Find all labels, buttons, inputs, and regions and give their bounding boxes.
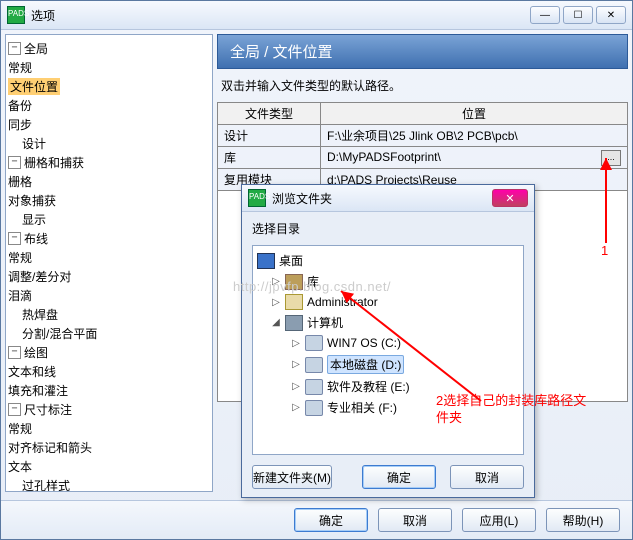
drive-icon: [305, 400, 323, 416]
tree-file-location[interactable]: 文件位置: [8, 78, 60, 95]
item-library[interactable]: 库: [307, 273, 319, 290]
collapse-icon[interactable]: −: [8, 403, 21, 416]
tree-general2[interactable]: 常规: [8, 249, 32, 266]
tree-tune[interactable]: 调整/差分对: [8, 268, 71, 285]
options-window: PADS 选项 — ☐ ✕ −全局 常规 文件位置 备份 同步 设计 −栅格和捕…: [0, 0, 633, 540]
dialog-title: 浏览文件夹: [272, 190, 486, 207]
expand-icon[interactable]: ▷: [291, 402, 301, 413]
tree-design[interactable]: 设计: [22, 135, 46, 152]
tree-display[interactable]: 显示: [22, 211, 46, 228]
panel-title: 全局 / 文件位置: [217, 34, 628, 69]
tree-objsnap[interactable]: 对象捕获: [8, 192, 56, 209]
tree-global[interactable]: 全局: [24, 40, 48, 57]
collapse-icon[interactable]: −: [8, 346, 21, 359]
item-drive-d-selected[interactable]: 本地磁盘 (D:): [327, 355, 404, 374]
tree-sync[interactable]: 同步: [8, 116, 32, 133]
tree-dim[interactable]: 尺寸标注: [24, 401, 72, 418]
expand-icon[interactable]: ▷: [291, 359, 301, 370]
drive-icon: [305, 335, 323, 351]
dialog-ok-button[interactable]: 确定: [362, 465, 436, 489]
apply-button[interactable]: 应用(L): [462, 508, 536, 532]
browse-folder-dialog: PADS 浏览文件夹 ✕ 选择目录 桌面 ▷ 库 ▷ Administrator ◢…: [241, 184, 535, 498]
maximize-button[interactable]: ☐: [563, 6, 593, 24]
tree-general[interactable]: 常规: [8, 59, 32, 76]
cell-type: 库: [218, 147, 321, 169]
cell-path[interactable]: F:\业余项目\25 Jlink OB\2 PCB\pcb\: [321, 125, 628, 147]
collapse-icon[interactable]: ◢: [271, 317, 281, 328]
cell-path[interactable]: D:\MyPADSFootprint\ ...: [321, 147, 628, 169]
ok-button[interactable]: 确定: [294, 508, 368, 532]
tree-grid-capture[interactable]: 栅格和捕获: [24, 154, 84, 171]
tree-text[interactable]: 文本: [8, 458, 32, 475]
help-button[interactable]: 帮助(H): [546, 508, 620, 532]
window-title: 选项: [31, 7, 524, 24]
item-admin[interactable]: Administrator: [307, 295, 378, 309]
drive-icon: [305, 357, 323, 373]
dialog-subtitle: 选择目录: [252, 220, 524, 237]
close-button[interactable]: ✕: [596, 6, 626, 24]
paths-table: 文件类型 位置 设计 F:\业余项目\25 Jlink OB\2 PCB\pcb…: [217, 102, 628, 191]
minimize-button[interactable]: —: [530, 6, 560, 24]
item-drive-e[interactable]: 软件及教程 (E:): [327, 378, 410, 395]
new-folder-button[interactable]: 新建文件夹(M): [252, 465, 332, 489]
tree-teardrop[interactable]: 泪滴: [8, 287, 32, 304]
dialog-buttons: 确定 取消 应用(L) 帮助(H): [1, 500, 632, 539]
titlebar: PADS 选项 — ☐ ✕: [1, 1, 632, 30]
cell-type: 设计: [218, 125, 321, 147]
library-icon: [285, 274, 303, 290]
item-desktop[interactable]: 桌面: [279, 252, 303, 269]
tree-split[interactable]: 分割/混合平面: [22, 325, 97, 342]
tree-hatch[interactable]: 填充和灌注: [8, 382, 68, 399]
expand-icon[interactable]: ▷: [271, 297, 281, 308]
tree-grid[interactable]: 栅格: [8, 173, 32, 190]
expand-icon[interactable]: ▷: [271, 276, 281, 287]
tree-align[interactable]: 对齐标记和箭头: [8, 439, 92, 456]
table-row[interactable]: 设计 F:\业余项目\25 Jlink OB\2 PCB\pcb\: [218, 125, 628, 147]
table-row[interactable]: 库 D:\MyPADSFootprint\ ...: [218, 147, 628, 169]
computer-icon: [285, 315, 303, 331]
expand-icon[interactable]: ▷: [291, 381, 301, 392]
app-icon: PADS: [248, 189, 266, 207]
annotation-2: 2选择自己的封装库路径文 件夹: [436, 393, 606, 427]
col-location: 位置: [321, 103, 628, 125]
tree-route[interactable]: 布线: [24, 230, 48, 247]
collapse-icon[interactable]: −: [8, 232, 21, 245]
tree-draft[interactable]: 绘图: [24, 344, 48, 361]
item-drive-c[interactable]: WIN7 OS (C:): [327, 336, 401, 350]
browse-button[interactable]: ...: [601, 150, 621, 166]
tree-textline[interactable]: 文本和线: [8, 363, 56, 380]
app-icon: PADS: [7, 6, 25, 24]
window-controls: — ☐ ✕: [530, 6, 626, 24]
tree-via[interactable]: 过孔样式: [22, 477, 70, 492]
item-drive-f[interactable]: 专业相关 (F:): [327, 399, 397, 416]
nav-tree[interactable]: −全局 常规 文件位置 备份 同步 设计 −栅格和捕获 栅格 对象捕获 显示 −…: [5, 34, 213, 492]
item-computer[interactable]: 计算机: [307, 314, 343, 331]
collapse-icon[interactable]: −: [8, 42, 21, 55]
tree-thermal[interactable]: 热焊盘: [22, 306, 58, 323]
collapse-icon[interactable]: −: [8, 156, 21, 169]
drive-icon: [305, 379, 323, 395]
annotation-1: 1: [601, 243, 608, 260]
close-icon[interactable]: ✕: [492, 189, 528, 207]
desktop-icon: [257, 253, 275, 269]
tree-general3[interactable]: 常规: [8, 420, 32, 437]
user-icon: [285, 294, 303, 310]
panel-hint: 双击并输入文件类型的默认路径。: [217, 69, 628, 102]
cancel-button[interactable]: 取消: [378, 508, 452, 532]
expand-icon[interactable]: ▷: [291, 338, 301, 349]
tree-backup[interactable]: 备份: [8, 97, 32, 114]
dialog-cancel-button[interactable]: 取消: [450, 465, 524, 489]
col-type: 文件类型: [218, 103, 321, 125]
